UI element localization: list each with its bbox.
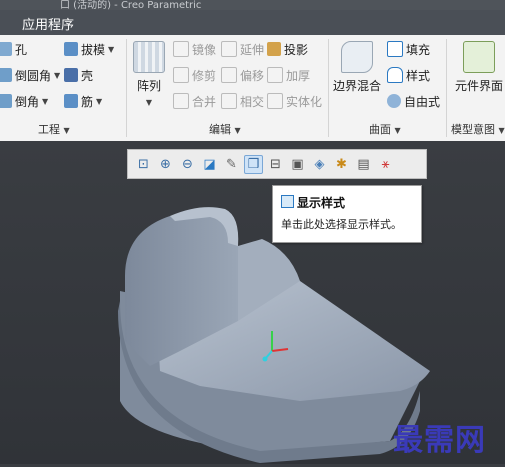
boundary-blend-label: 边界混合	[333, 79, 382, 93]
repaint-icon[interactable]: ◪	[200, 155, 219, 174]
chevron-down-icon[interactable]: ▼	[108, 45, 114, 54]
hole-button[interactable]: 孔	[0, 40, 27, 58]
rib-label: 筋	[81, 94, 94, 109]
surface-group-label[interactable]: 曲面 ▼	[369, 121, 401, 137]
intersect-icon	[221, 93, 237, 109]
trim-icon	[173, 67, 189, 83]
draft-button[interactable]: 拔模 ▼	[64, 40, 114, 58]
chevron-down-icon[interactable]: ▼	[54, 71, 60, 80]
datum-display-icon[interactable]: ✱	[332, 155, 351, 174]
model-intent-group: 元件界面 模型意图 ▼	[447, 35, 505, 141]
boundary-blend-button[interactable]: 边界混合	[333, 41, 381, 94]
array-icon	[133, 41, 165, 73]
component-interface-label: 元件界面	[455, 79, 504, 93]
saved-orientations-icon[interactable]: ⊟	[266, 155, 285, 174]
engineering-group-label[interactable]: 工程 ▼	[38, 121, 70, 137]
window-titlebar: 口 (活动的) - Creo Parametric	[0, 0, 505, 11]
shell-icon	[64, 68, 78, 82]
freestyle-icon	[387, 94, 401, 108]
zoom-out-icon[interactable]: ⊖	[178, 155, 197, 174]
view-toolbar: ⊡ ⊕ ⊖ ◪ ✎ ❒ ⊟ ▣ ◈ ✱ ▤ ⚹	[127, 149, 427, 179]
solidify-icon	[267, 93, 283, 109]
chamfer-label: 倒角	[15, 94, 40, 109]
project-icon	[267, 42, 281, 56]
intersect-button[interactable]: 相交	[221, 92, 264, 110]
tooltip: 显示样式 单击此处选择显示样式。	[272, 185, 422, 243]
editing-group-label[interactable]: 编辑 ▼	[209, 121, 241, 137]
mirror-button[interactable]: 镜像	[173, 40, 216, 58]
style-icon	[387, 67, 403, 83]
round-icon	[0, 68, 12, 82]
chevron-down-icon[interactable]: ▼	[42, 97, 48, 106]
solidify-button[interactable]: 实体化	[267, 92, 322, 110]
merge-button[interactable]: 合并	[173, 92, 216, 110]
thicken-icon	[267, 67, 283, 83]
hole-label: 孔	[15, 42, 28, 57]
mirror-icon	[173, 41, 189, 57]
rib-button[interactable]: 筋 ▼	[64, 92, 102, 110]
offset-icon	[221, 67, 237, 83]
named-views-icon[interactable]: ▣	[288, 155, 307, 174]
perspective-icon[interactable]: ◈	[310, 155, 329, 174]
spin-center-icon[interactable]: ⚹	[376, 155, 395, 174]
hole-icon	[0, 42, 12, 56]
component-interface-button[interactable]: 元件界面	[455, 41, 503, 94]
chamfer-icon	[0, 94, 12, 108]
engineering-group: 孔 倒圆角 ▼ 倒角 ▼ 拔模 ▼ 壳 筋 ▼ 工程 ▼	[0, 35, 126, 141]
boundary-blend-icon	[341, 41, 373, 73]
style-button[interactable]: 样式	[387, 66, 430, 84]
offset-button[interactable]: 偏移	[221, 66, 264, 84]
editing-group: 阵列 ▼ 镜像 延伸 投影 修剪 偏移 加厚 合并 相交 实体化 编辑 ▼	[127, 35, 327, 141]
tooltip-description: 单击此处选择显示样式。	[281, 218, 402, 231]
tab-applications[interactable]: 应用程序	[22, 14, 74, 33]
extend-button[interactable]: 延伸	[221, 40, 264, 58]
chevron-down-icon[interactable]: ▼	[96, 97, 102, 106]
refit-icon[interactable]: ⊡	[134, 155, 153, 174]
chamfer-button[interactable]: 倒角 ▼	[0, 92, 48, 110]
round-label: 倒圆角	[15, 68, 52, 83]
annotation-display-icon[interactable]: ▤	[354, 155, 373, 174]
extend-icon	[221, 41, 237, 57]
surface-group: 边界混合 填充 样式 自由式 曲面 ▼	[329, 35, 445, 141]
menubar: 应用程序	[0, 10, 505, 35]
rib-icon	[64, 94, 78, 108]
trim-button[interactable]: 修剪	[173, 66, 216, 84]
draft-icon	[64, 42, 78, 56]
ribbon: 孔 倒圆角 ▼ 倒角 ▼ 拔模 ▼ 壳 筋 ▼ 工程 ▼ 阵列 ▼ 镜像 延伸 …	[0, 35, 505, 142]
merge-icon	[173, 93, 189, 109]
project-button[interactable]: 投影	[267, 40, 308, 58]
chevron-down-icon[interactable]: ▼	[146, 98, 152, 107]
display-style-icon[interactable]: ❒	[244, 154, 263, 174]
draft-label: 拔模	[81, 42, 106, 57]
round-button[interactable]: 倒圆角 ▼	[0, 66, 60, 84]
watermark: 最需网	[393, 423, 486, 458]
display-style-icon	[281, 195, 294, 208]
tooltip-title: 显示样式	[297, 196, 346, 210]
freestyle-button[interactable]: 自由式	[387, 92, 440, 110]
component-interface-icon	[463, 41, 495, 73]
fill-button[interactable]: 填充	[387, 40, 430, 58]
shell-button[interactable]: 壳	[64, 66, 93, 84]
view-manager-icon[interactable]: ✎	[222, 155, 241, 174]
array-label: 阵列	[136, 79, 161, 93]
zoom-in-icon[interactable]: ⊕	[156, 155, 175, 174]
shell-label: 壳	[81, 68, 94, 83]
array-button[interactable]: 阵列 ▼	[133, 41, 165, 107]
model-intent-group-label[interactable]: 模型意图 ▼	[451, 121, 505, 137]
fill-icon	[387, 41, 403, 57]
thicken-button[interactable]: 加厚	[267, 66, 310, 84]
